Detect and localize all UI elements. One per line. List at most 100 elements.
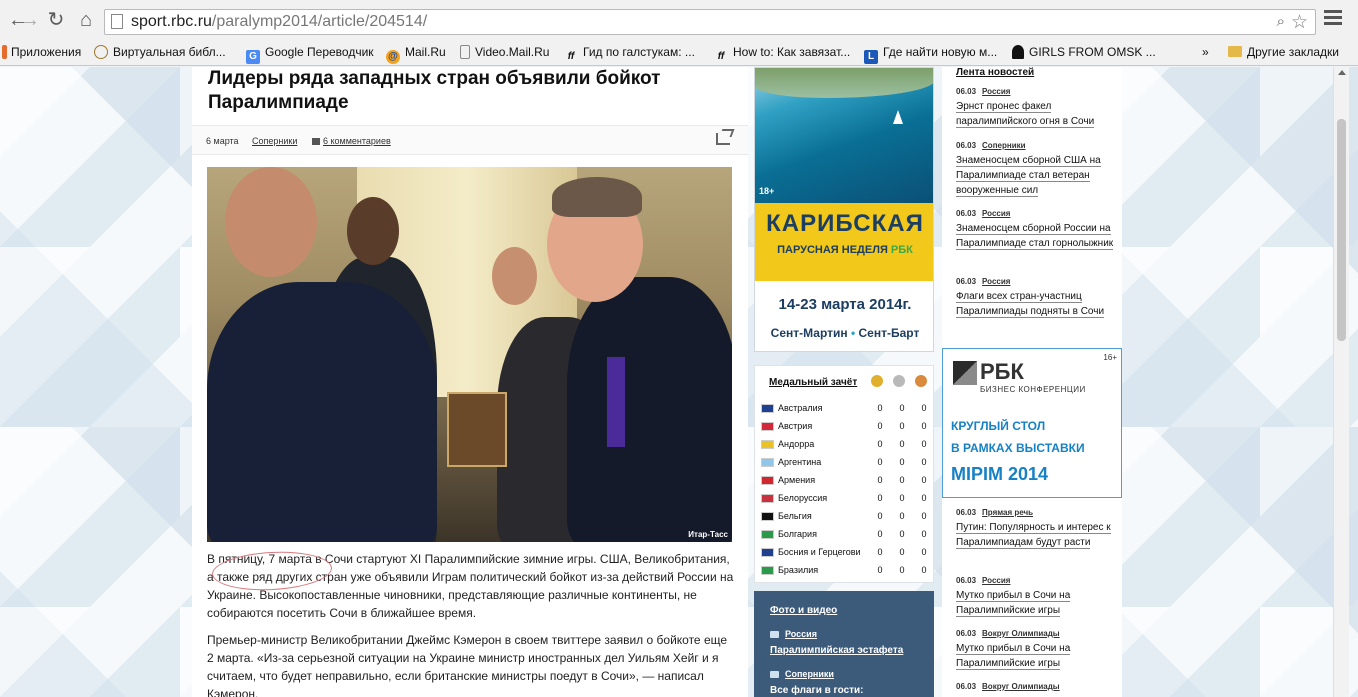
page-icon	[460, 45, 470, 59]
gold-count: 0	[877, 547, 883, 557]
page-scrollbar[interactable]	[1333, 67, 1349, 697]
scroll-up-icon[interactable]	[1338, 70, 1346, 75]
medal-row: Бразилия 0 0 0	[761, 562, 931, 580]
news-date: 06.03	[956, 629, 977, 638]
photo-video-title[interactable]: Фото и видео	[770, 605, 837, 616]
photo-video-item[interactable]: Все флаги в гости:	[770, 685, 864, 696]
address-bar[interactable]: sport.rbc.ru/paralymp2014/article/204514…	[104, 9, 1316, 35]
news-category-link[interactable]: Вокруг Олимпиады	[982, 682, 1060, 691]
photo-video-item[interactable]: Паралимпийская эстафета	[770, 645, 903, 656]
news-category-link[interactable]: Россия	[982, 277, 1010, 286]
bookmark-tie-guide[interactable]: ff Гид по галстукам: ...	[564, 45, 695, 64]
scrollbar-thumb[interactable]	[1337, 119, 1346, 341]
bronze-count: 0	[921, 439, 927, 449]
news-date: 06.03	[956, 682, 977, 691]
silver-count: 0	[899, 565, 905, 575]
article-date: 6 марта	[206, 136, 239, 146]
gold-count: 0	[877, 439, 883, 449]
bookmarks-overflow-button[interactable]: »	[1202, 45, 1209, 59]
news-date: 06.03	[956, 277, 977, 286]
news-category-link[interactable]: Прямая речь	[982, 508, 1033, 517]
news-item: 06.03 Россия Эрнст пронес факел паралимпий…	[956, 87, 1116, 129]
news-headline-link[interactable]: Мутко прибыл в Сочи на Паралимпийские иг…	[956, 590, 1071, 617]
medal-row: Белоруссия 0 0 0	[761, 490, 931, 508]
bronze-count: 0	[921, 511, 927, 521]
bookmark-where-to-find[interactable]: L Где найти новую м...	[864, 45, 997, 64]
photo-video-category[interactable]: Россия	[785, 629, 817, 639]
search-icon[interactable]: ⌕	[1277, 13, 1285, 30]
news-category-link[interactable]: Россия	[982, 87, 1010, 96]
news-category-link[interactable]: Вокруг Олимпиады	[982, 629, 1060, 638]
rbk-conference-banner[interactable]: 16+ РБК БИЗНЕС КОНФЕРЕНЦИИ КРУГЛЫЙ СТОЛ …	[942, 348, 1122, 498]
silver-count: 0	[899, 421, 905, 431]
bookmark-girls-from-omsk[interactable]: GIRLS FROM OMSK ...	[1012, 45, 1156, 59]
caribbean-regatta-banner[interactable]: 18+ КАРИБСКАЯ ПАРУСНАЯ НЕДЕЛЯ РБК 14-23 …	[754, 67, 934, 352]
photo-video-category[interactable]: Соперники	[785, 669, 834, 679]
silver-count: 0	[899, 457, 905, 467]
bookmark-mailru[interactable]: @ Mail.Ru	[386, 45, 446, 64]
silver-count: 0	[899, 439, 905, 449]
share-icon[interactable]	[716, 133, 730, 145]
medal-standings-title[interactable]: Медальный зачёт	[769, 377, 857, 388]
ff-icon: ff	[567, 51, 575, 62]
country-flag-icon	[761, 548, 774, 557]
news-category-link[interactable]: Соперники	[982, 141, 1026, 150]
bronze-count: 0	[921, 421, 927, 431]
news-headline-link[interactable]: Эрнст пронес факел паралимпийского огня …	[956, 101, 1095, 128]
bronze-count: 0	[921, 547, 927, 557]
medal-row: Андорра 0 0 0	[761, 436, 931, 454]
bookmarks-bar: Приложения Виртуальная библ... G Google П…	[0, 40, 1358, 66]
banner-title: КАРИБСКАЯ	[766, 210, 924, 237]
banner-subtitle: ПАРУСНАЯ НЕДЕЛЯ РБК	[777, 244, 913, 256]
gold-count: 0	[877, 493, 883, 503]
news-item: 06.03 Соперники Знаменосцем сборной США на…	[956, 141, 1116, 198]
news-headline-link[interactable]: Знаменосцем сборной США на Паралимпиаде …	[956, 155, 1101, 197]
article-meta-bar: 6 марта Соперники 6 комментариев	[192, 125, 748, 155]
bookmark-google-translate[interactable]: G Google Переводчик	[246, 45, 374, 64]
news-headline-link[interactable]: Путин: Популярность и интерес к Паралимп…	[956, 522, 1111, 549]
star-icon[interactable]: ☆	[1291, 11, 1308, 34]
article-category-link[interactable]: Соперники	[252, 136, 297, 146]
country-name: Болгария	[778, 529, 817, 539]
country-name: Австрия	[778, 421, 813, 431]
other-bookmarks-folder[interactable]: Другие закладки	[1228, 45, 1339, 59]
reload-icon: ↻	[47, 9, 65, 31]
banner-dates: 14-23 марта 2014г.	[778, 296, 912, 313]
news-category-link[interactable]: Россия	[982, 209, 1010, 218]
silver-count: 0	[899, 493, 905, 503]
news-headline-link[interactable]: Знаменосцем сборной России на Паралимпиа…	[956, 223, 1114, 250]
apps-icon	[2, 45, 7, 59]
comment-icon	[312, 138, 320, 145]
article-headline: Лидеры ряда западных стран объявили бойк…	[208, 68, 661, 113]
country-flag-icon	[761, 458, 774, 467]
medal-row: Босния и Герцеговина 0 0 0	[761, 544, 931, 562]
silver-count: 0	[899, 475, 905, 485]
gold-count: 0	[877, 475, 883, 485]
bookmark-video-mailru[interactable]: Video.Mail.Ru	[460, 45, 549, 59]
menu-button[interactable]	[1324, 10, 1342, 30]
mailru-icon: @	[386, 50, 400, 64]
gold-count: 0	[877, 403, 883, 413]
bookmark-library[interactable]: Виртуальная библ...	[94, 45, 226, 59]
gold-medal-icon	[871, 375, 883, 387]
news-item: 06.03 Россия Флаги всех стран-участниц Пар…	[956, 277, 1116, 319]
bookmark-apps[interactable]: Приложения	[2, 45, 81, 59]
rbk-logo-icon	[953, 361, 977, 385]
news-item: 06.03 Вокруг Олимпиады Мутко прибыл в Сочи…	[956, 629, 1116, 671]
page-icon	[111, 14, 123, 29]
news-feed-title[interactable]: Лента новостей	[956, 67, 1034, 78]
news-category-link[interactable]: Россия	[982, 576, 1010, 585]
bronze-medal-icon	[915, 375, 927, 387]
reload-button[interactable]: ↻	[44, 8, 68, 32]
sailboat-icon	[893, 110, 903, 124]
news-headline-link[interactable]: Мутко прибыл в Сочи на Паралимпийские иг…	[956, 643, 1071, 670]
home-button[interactable]: ⌂	[74, 8, 98, 32]
article-comments-link[interactable]: 6 комментариев	[312, 136, 391, 146]
country-name: Армения	[778, 475, 816, 485]
bookmark-how-to[interactable]: ff How to: Как завязат...	[714, 45, 851, 64]
forward-button[interactable]: →	[18, 8, 42, 32]
news-headline-link[interactable]: Флаги всех стран-участниц Паралимпиады п…	[956, 291, 1105, 318]
bronze-count: 0	[921, 529, 927, 539]
medal-row: Болгария 0 0 0	[761, 526, 931, 544]
country-name: Андорра	[778, 439, 815, 449]
